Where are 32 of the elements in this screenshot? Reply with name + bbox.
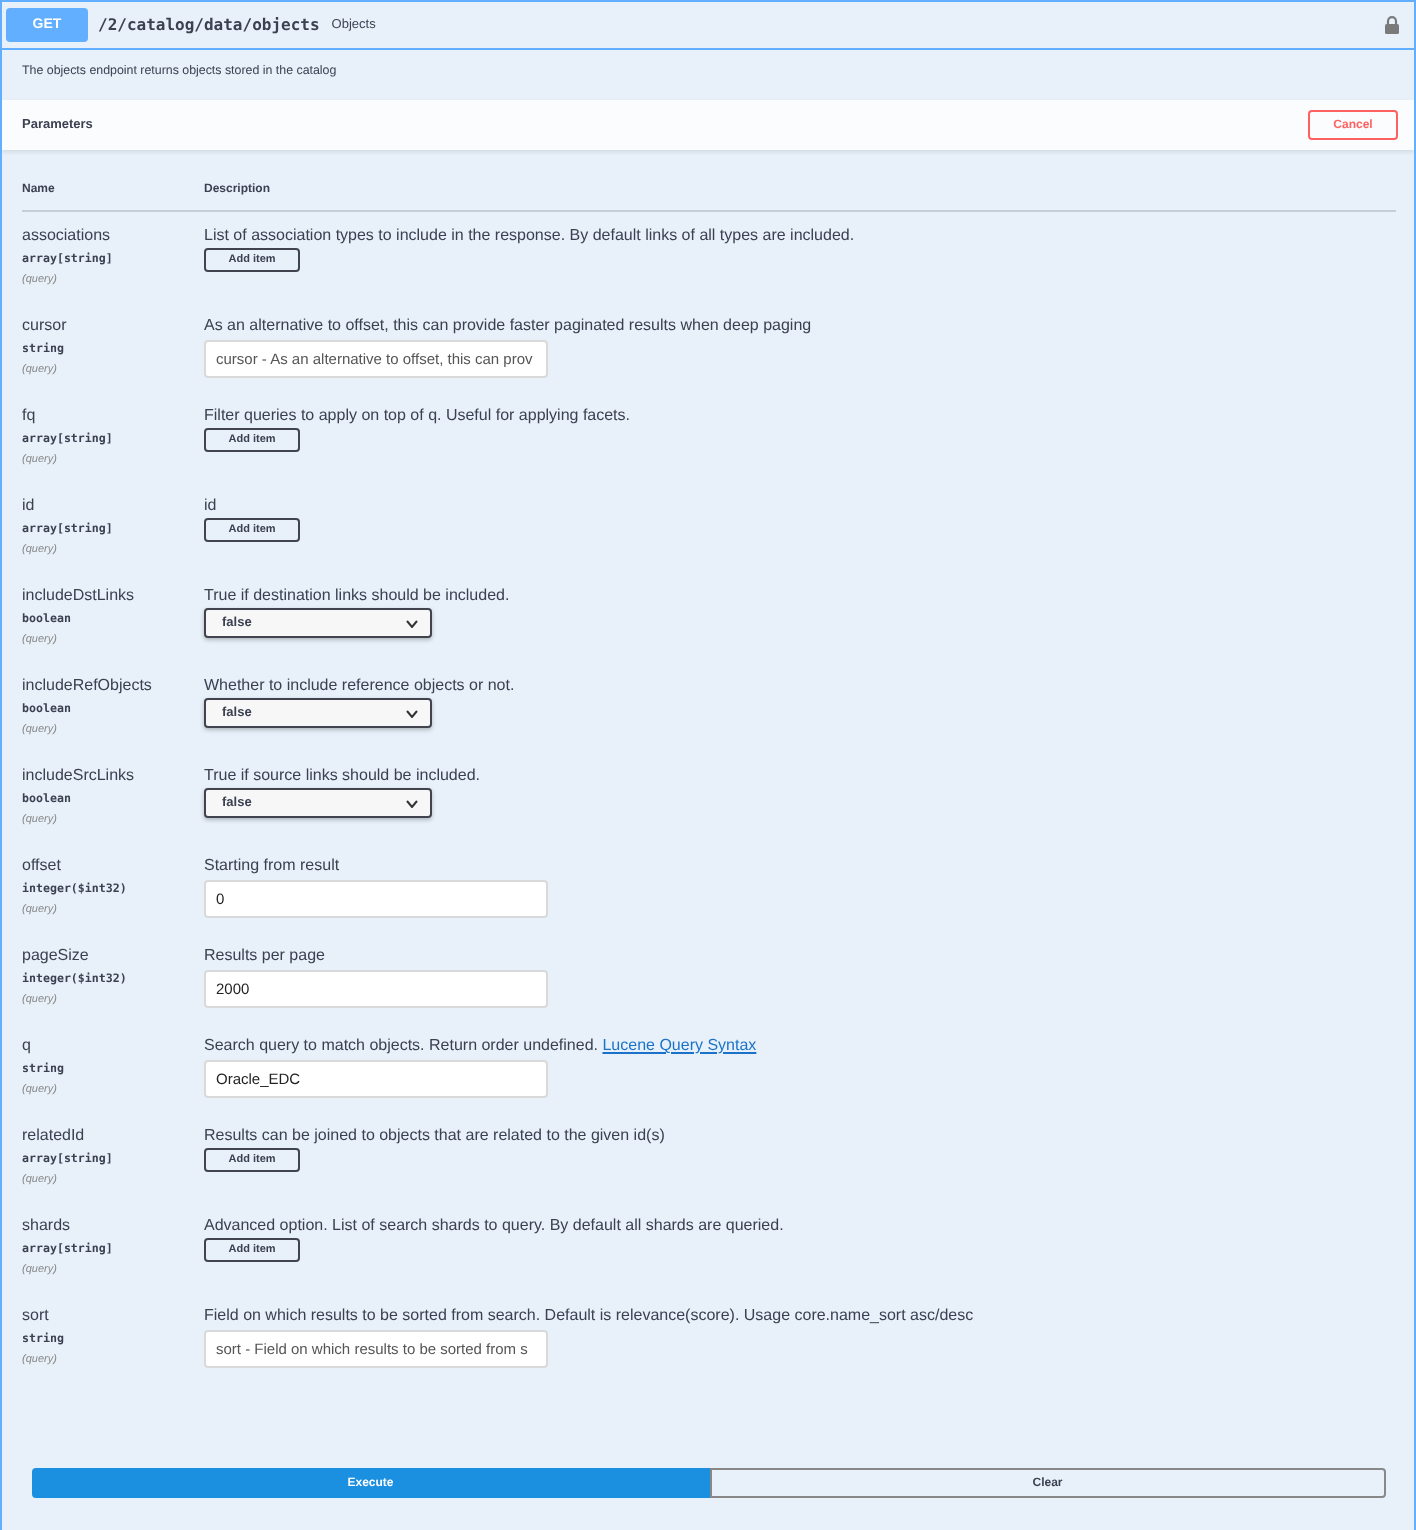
chevron-down-icon bbox=[406, 619, 418, 627]
parameter-description: Search query to match objects. Return order undefined. Lucene Query Syntax bbox=[204, 1034, 757, 1056]
parameter-name: includeSrcLinks bbox=[22, 764, 135, 786]
parameter-description: id bbox=[204, 494, 217, 516]
parameter-name: shards bbox=[22, 1214, 71, 1236]
chevron-down-icon bbox=[406, 709, 418, 717]
parameter-name: fq bbox=[22, 404, 36, 426]
parameter-description: Advanced option. List of search shards to query. By default all shards are queried. bbox=[204, 1214, 784, 1236]
parameter-description: True if source links should be included. bbox=[204, 764, 480, 786]
parameter-description: True if destination links should be included. bbox=[204, 584, 510, 606]
endpoint-path: /2/catalog/data/objects bbox=[98, 16, 320, 34]
parameter-name: sort bbox=[22, 1304, 49, 1326]
parameter-description: Results can be joined to objects that are related to the given id(s) bbox=[204, 1124, 665, 1146]
parameter-name: cursor bbox=[22, 314, 67, 336]
parameter-name: id bbox=[22, 494, 35, 516]
parameter-description: Filter queries to apply on top of q. Useful for applying facets. bbox=[204, 404, 631, 426]
parameter-description: As an alternative to offset, this can provide faster paginated results when deep paging bbox=[204, 314, 812, 336]
parameter-description: Starting from result bbox=[204, 854, 340, 876]
parameter-description: Results per page bbox=[204, 944, 325, 966]
docs-link[interactable]: Lucene Query Syntax bbox=[602, 1036, 757, 1054]
parameter-name: associations bbox=[22, 224, 111, 246]
parameter-name: pageSize bbox=[22, 944, 89, 966]
parameter-name: offset bbox=[22, 854, 61, 876]
chevron-down-icon bbox=[406, 799, 418, 807]
parameter-description: List of association types to include in the response. By default links of all types are included. bbox=[204, 224, 855, 246]
parameter-description: Field on which results to be sorted from search. Default is relevance(score). Usage core.name_sort asc/desc bbox=[204, 1304, 974, 1326]
parameter-name: includeDstLinks bbox=[22, 584, 135, 606]
lock-icon[interactable] bbox=[1384, 16, 1400, 34]
parameter-description: Whether to include reference objects or not. bbox=[204, 674, 515, 696]
parameter-name: includeRefObjects bbox=[22, 674, 152, 696]
parameter-name: relatedId bbox=[22, 1124, 85, 1146]
parameter-name: q bbox=[22, 1034, 31, 1056]
